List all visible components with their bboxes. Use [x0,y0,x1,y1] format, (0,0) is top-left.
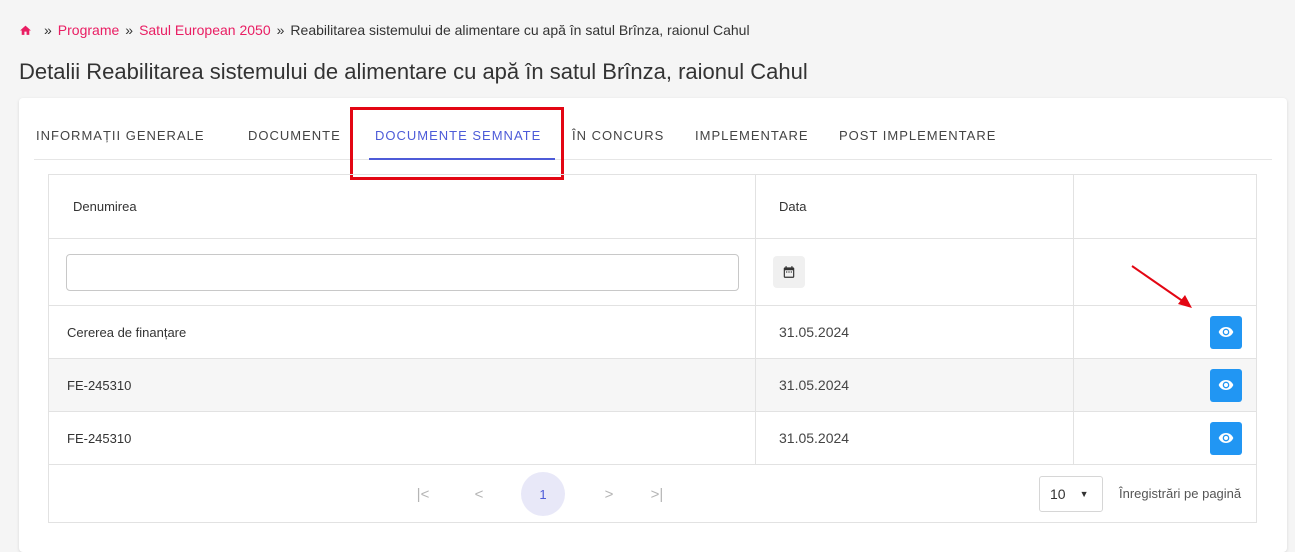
breadcrumb-separator: » [44,22,52,38]
rows-per-page-select[interactable]: 10 ▼ [1039,476,1103,512]
document-name: FE-245310 [49,359,756,411]
last-page-button[interactable]: >| [645,473,669,515]
column-header-actions [1074,175,1256,238]
breadcrumb-current: Reabilitarea sistemului de alimentare cu… [290,22,750,38]
rows-per-page-label: Înregistrări pe pagină [1119,486,1242,501]
column-header-date[interactable]: Data [756,175,1074,238]
document-date: 31.05.2024 [756,412,1074,464]
table-row: Cererea de finanțare 31.05.2024 [49,306,1256,359]
tab-post-implementare[interactable]: POST IMPLEMENTARE [839,112,996,160]
page-title: Detalii Reabilitarea sistemului de alime… [19,59,808,84]
documents-table: Denumirea Data Cererea de finanțare 31.0… [48,174,1257,523]
tab-bar: INFORMAȚII GENERALE DOCUMENTE DOCUMENTE … [34,112,1272,160]
breadcrumb-separator: » [276,22,285,38]
date-filter-cell [756,239,1074,305]
tab-implementare[interactable]: IMPLEMENTARE [695,112,809,160]
tab-informatii-generale[interactable]: INFORMAȚII GENERALE [36,112,205,160]
column-header-name[interactable]: Denumirea [49,175,756,238]
document-date: 31.05.2024 [756,306,1074,358]
document-date: 31.05.2024 [756,359,1074,411]
view-document-button[interactable] [1210,368,1242,402]
pagination-bar: |< < 1 > >| 10 ▼ Înregistrări pe pagină [49,465,1256,522]
previous-page-button[interactable]: < [467,473,491,515]
eye-icon [1218,380,1234,390]
name-filter-input[interactable] [66,253,739,291]
breadcrumb-link-satul-european[interactable]: Satul European 2050 [139,22,271,38]
breadcrumb: » Programe » Satul European 2050 » Reabi… [19,22,750,38]
first-page-button[interactable]: |< [411,473,435,515]
details-card: INFORMAȚII GENERALE DOCUMENTE DOCUMENTE … [19,98,1287,552]
caret-down-icon: ▼ [1079,489,1089,499]
tab-documente[interactable]: DOCUMENTE [248,112,341,160]
table-row: FE-245310 31.05.2024 [49,359,1256,412]
eye-icon [1218,327,1234,337]
table-header-row: Denumirea Data [49,175,1256,239]
next-page-button[interactable]: > [597,473,621,515]
view-document-button[interactable] [1210,315,1242,349]
tab-in-concurs[interactable]: ÎN CONCURS [572,112,664,160]
table-filter-row [49,239,1256,306]
view-document-button[interactable] [1210,421,1242,455]
document-name: FE-245310 [49,412,756,464]
page-number-button[interactable]: 1 [521,472,565,516]
actions-filter-cell [1074,239,1256,305]
eye-icon [1218,433,1234,443]
actions-cell [1074,412,1256,464]
annotation-highlight-box [350,107,564,180]
actions-cell [1074,306,1256,358]
calendar-icon [783,266,795,278]
rows-per-page-value: 10 [1050,486,1066,502]
name-filter-cell [49,239,756,305]
breadcrumb-link-programe[interactable]: Programe [58,22,119,38]
date-filter-button[interactable] [773,256,805,288]
breadcrumb-separator: » [125,22,134,38]
actions-cell [1074,359,1256,411]
table-row: FE-245310 31.05.2024 [49,412,1256,465]
document-name: Cererea de finanțare [49,306,756,358]
home-icon[interactable] [19,24,32,37]
